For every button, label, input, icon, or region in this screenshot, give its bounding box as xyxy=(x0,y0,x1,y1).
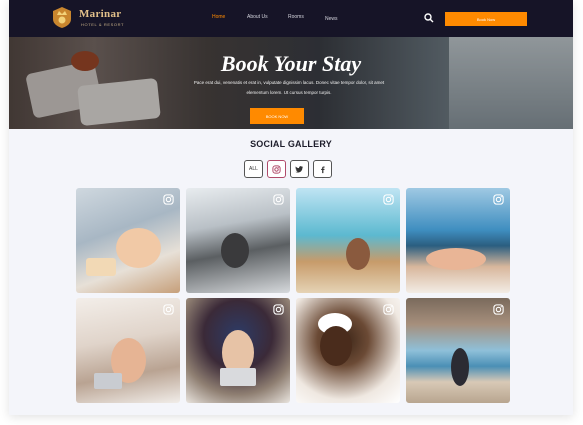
photo-subject-graphic xyxy=(346,238,370,270)
instagram-icon xyxy=(163,304,174,315)
facebook-icon xyxy=(321,165,325,173)
gallery-tile[interactable] xyxy=(186,298,290,403)
hero-title: Book Your Stay xyxy=(220,51,362,76)
instagram-icon xyxy=(273,304,284,315)
instagram-icon xyxy=(383,304,394,315)
photo-subject-graphic xyxy=(451,348,469,386)
nav-home[interactable]: Home xyxy=(212,14,225,20)
hero-banner: Book Your Stay Pace erat dui, venenatis … xyxy=(9,37,573,129)
filter-all-button[interactable]: ALL xyxy=(244,160,263,178)
nav-rooms[interactable]: Rooms xyxy=(288,14,304,20)
crown-logo-icon[interactable] xyxy=(51,5,73,29)
filter-twitter-button[interactable] xyxy=(290,160,309,178)
gallery-grid xyxy=(76,188,510,403)
book-now-button[interactable]: Book Now xyxy=(445,12,527,26)
instagram-icon xyxy=(493,304,504,315)
gallery-tile[interactable] xyxy=(406,298,510,403)
photo-subject-graphic xyxy=(221,233,249,268)
laptop-graphic xyxy=(94,373,122,389)
page-frame: Marinar HOTEL & RESORT Home About Us Roo… xyxy=(9,0,573,415)
filter-instagram-button[interactable] xyxy=(267,160,286,178)
gallery-tile[interactable] xyxy=(186,188,290,293)
instagram-icon xyxy=(272,164,281,174)
instagram-icon xyxy=(493,194,504,205)
instagram-icon xyxy=(163,194,174,205)
filter-facebook-button[interactable] xyxy=(313,160,332,178)
gallery-tile[interactable] xyxy=(76,188,180,293)
nav-news[interactable]: News xyxy=(325,16,338,22)
hero-book-now-button[interactable]: BOOK NOW xyxy=(250,108,304,124)
top-navbar: Marinar HOTEL & RESORT Home About Us Roo… xyxy=(9,0,573,37)
photo-subject-graphic xyxy=(320,326,352,366)
gallery-tile[interactable] xyxy=(296,298,400,403)
photo-subject-graphic xyxy=(116,228,161,268)
hero-text-line: Pace erat dui, venenatis et erat in, vul… xyxy=(193,80,385,85)
gallery-tile[interactable] xyxy=(406,188,510,293)
brand-name[interactable]: Marinar xyxy=(79,8,121,20)
laptop-graphic xyxy=(220,368,256,386)
gallery-tile[interactable] xyxy=(296,188,400,293)
photo-subject-graphic xyxy=(426,248,486,270)
search-icon[interactable] xyxy=(424,13,434,23)
gallery-title: SOCIAL GALLERY xyxy=(250,139,332,149)
hero-text-line: elementum lorem. Ut cursus tempor turpis… xyxy=(246,90,332,95)
hero-description: Pace erat dui, venenatis et erat in, vul… xyxy=(159,78,419,98)
nav-about-us[interactable]: About Us xyxy=(247,14,268,20)
instagram-icon xyxy=(273,194,284,205)
instagram-icon xyxy=(383,194,394,205)
brand-tagline: HOTEL & RESORT xyxy=(81,22,125,27)
breakfast-tray-graphic xyxy=(86,258,116,276)
gallery-filters: ALL xyxy=(244,160,332,178)
gallery-tile[interactable] xyxy=(76,298,180,403)
twitter-icon xyxy=(295,165,304,173)
